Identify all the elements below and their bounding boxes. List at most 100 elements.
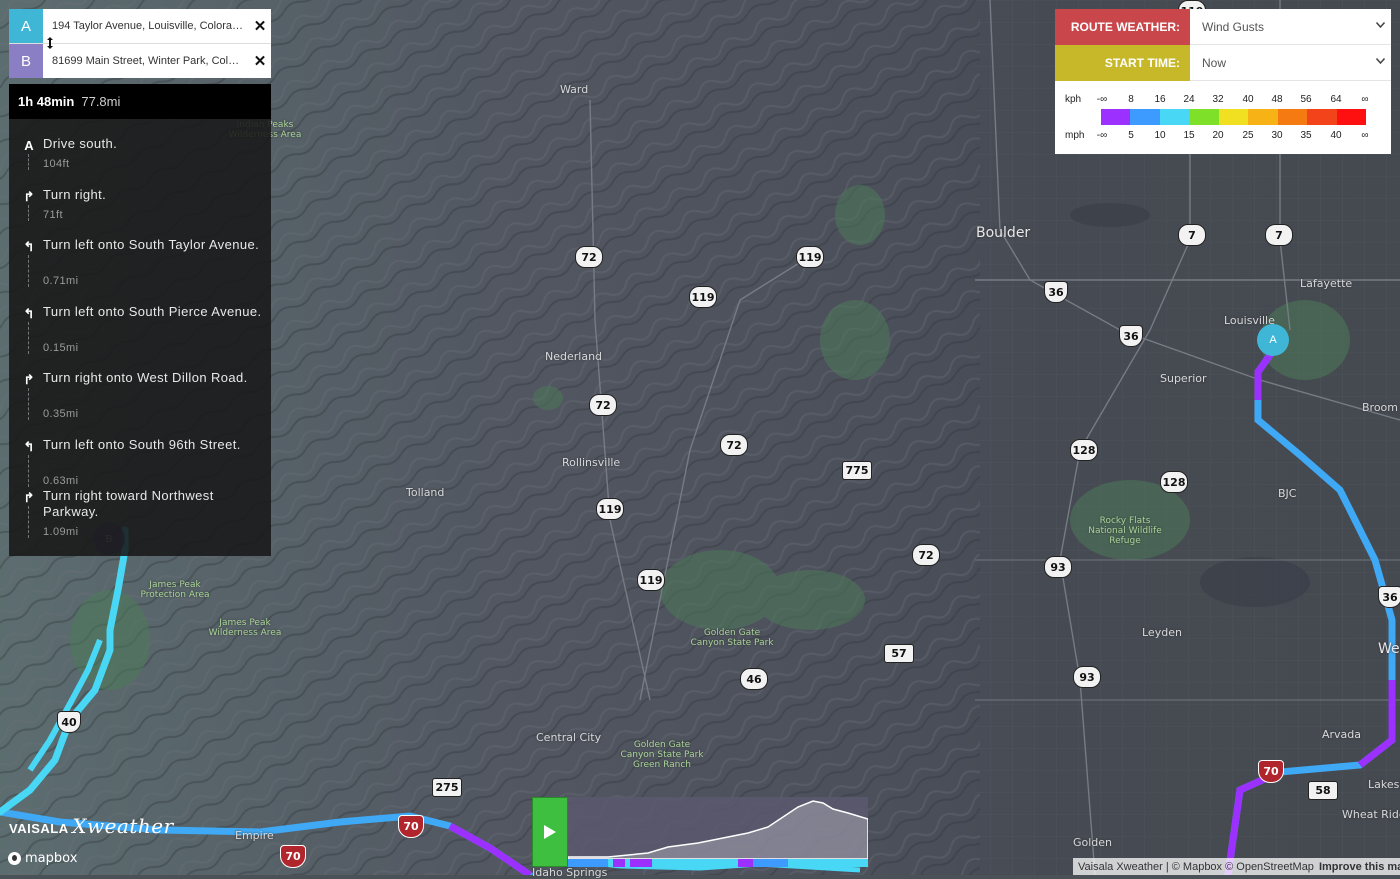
- step-distance: 1.09mi: [43, 526, 79, 538]
- route-shield: 72: [720, 434, 748, 456]
- xweather-text: Xweather: [72, 814, 174, 838]
- route-shield: 36: [1378, 586, 1400, 608]
- route-shield: 275: [432, 778, 462, 797]
- place-label: Nederland: [545, 350, 603, 363]
- turn-left-icon: ↰: [23, 306, 35, 321]
- route-shield: 119: [689, 286, 717, 308]
- destination-input[interactable]: 81699 Main Street, Winter Park, Col…: [43, 55, 249, 67]
- route-shield: 70: [398, 815, 424, 838]
- step-distance: 104ft: [43, 158, 70, 170]
- scale-tick: 10: [1154, 130, 1166, 141]
- scale-tick: 20: [1212, 130, 1224, 141]
- route-start-marker[interactable]: A: [1257, 324, 1289, 356]
- address-panel: A 194 Taylor Avenue, Louisville, Colora……: [9, 9, 271, 78]
- marker-a-label: A: [1269, 334, 1277, 346]
- route-shield: 72: [589, 394, 617, 416]
- color-scale-bar: [1101, 109, 1366, 125]
- improve-map-link[interactable]: Improve this map: [1319, 861, 1400, 873]
- origin-badge: A: [9, 9, 43, 43]
- scale-swatch: [1248, 109, 1278, 125]
- route-shield: 36: [1119, 325, 1143, 347]
- vaisala-text: VAISALA: [9, 821, 69, 836]
- route-shield: 119: [796, 246, 824, 268]
- scale-tick: 24: [1183, 94, 1195, 105]
- route-shield: 70: [1258, 760, 1284, 783]
- mapbox-logo[interactable]: mapbox: [8, 851, 77, 866]
- step-distance: 0.63mi: [43, 475, 79, 487]
- scale-tick: -∞: [1096, 130, 1108, 141]
- elevation-profile[interactable]: [567, 797, 869, 867]
- route-shield: 46: [740, 668, 768, 690]
- place-label: Broom: [1362, 401, 1399, 414]
- step-connector: [28, 388, 29, 420]
- scale-tick: 56: [1300, 94, 1312, 105]
- place-label: Golden Gate Canyon State Park: [690, 628, 774, 648]
- step-connector: [28, 455, 29, 487]
- xweather-logo: VAISALA Xweather: [9, 814, 174, 838]
- place-label: Superior: [1160, 372, 1207, 385]
- route-shield: 775: [842, 461, 872, 480]
- scale-tick: 35: [1300, 130, 1312, 141]
- play-button[interactable]: [532, 797, 568, 867]
- clear-destination-icon[interactable]: ✕: [249, 52, 271, 70]
- step-connector: [28, 506, 29, 538]
- scale-tick: 32: [1212, 94, 1224, 105]
- route-weather-select[interactable]: Wind Gusts: [1190, 9, 1391, 45]
- place-label: James Peak Protection Area: [140, 580, 210, 600]
- place-label: Empire: [235, 829, 274, 842]
- place-label: We: [1378, 641, 1400, 657]
- turn-left-icon: ↰: [23, 239, 35, 254]
- start-time-value: Now: [1202, 55, 1227, 70]
- route-summary: 1h 48min 77.8mi: [9, 84, 271, 119]
- clear-origin-icon[interactable]: ✕: [249, 17, 271, 35]
- place-label: Wheat Ridge: [1342, 808, 1400, 821]
- route-shield: 58: [1308, 781, 1338, 800]
- start-time-select[interactable]: Now: [1190, 45, 1391, 81]
- swap-vertical-icon[interactable]: [46, 37, 54, 52]
- step-instruction: Turn right.: [43, 187, 107, 202]
- turn-right-icon: ↱: [23, 189, 35, 204]
- start-time-row: START TIME: Now: [1055, 45, 1391, 81]
- step-distance: 0.71mi: [43, 275, 79, 287]
- scale-swatch: [1130, 109, 1160, 125]
- origin-input[interactable]: 194 Taylor Avenue, Louisville, Colora…: [43, 20, 249, 32]
- route-shield: 128: [1160, 471, 1188, 493]
- scale-tick: 64: [1330, 94, 1342, 105]
- scale-tick: 8: [1128, 94, 1134, 105]
- route-shield: 36: [1044, 281, 1068, 303]
- step-instruction: Turn left onto South Pierce Avenue.: [43, 304, 262, 319]
- play-icon: [544, 825, 556, 839]
- route-weather-row: ROUTE WEATHER: Wind Gusts: [1055, 9, 1391, 45]
- scale-swatch: [1277, 109, 1308, 125]
- mph-unit: mph: [1065, 130, 1085, 141]
- scale-tick: 48: [1271, 94, 1283, 105]
- scale-tick: 16: [1154, 94, 1166, 105]
- scale-tick: 30: [1271, 130, 1283, 141]
- scale-tick: ∞: [1361, 130, 1369, 141]
- step-distance: 71ft: [43, 209, 63, 221]
- place-label: Rocky Flats National Wildlife Refuge: [1088, 516, 1162, 546]
- route-shield: 70: [280, 845, 306, 868]
- scale-tick: 40: [1242, 94, 1254, 105]
- scale-tick: 15: [1183, 130, 1195, 141]
- scale-tick: 5: [1128, 130, 1134, 141]
- route-weather-label: ROUTE WEATHER:: [1055, 9, 1190, 45]
- start-marker-icon: A: [24, 138, 34, 153]
- route-shield: 119: [596, 498, 624, 520]
- step-connector: [28, 255, 29, 287]
- scale-tick: -∞: [1096, 94, 1108, 105]
- chevron-down-icon: [1375, 56, 1386, 67]
- route-shield: 128: [1070, 439, 1098, 461]
- place-label: James Peak Wilderness Area: [208, 618, 282, 638]
- place-label: Lakesi: [1368, 778, 1400, 791]
- attribution-text[interactable]: Vaisala Xweather | © Mapbox © OpenStreet…: [1078, 861, 1314, 873]
- scale-tick: ∞: [1361, 94, 1369, 105]
- place-label: Arvada: [1322, 728, 1362, 741]
- scale-tick: 40: [1330, 130, 1342, 141]
- place-label: Leyden: [1142, 626, 1182, 639]
- route-shield: 93: [1044, 556, 1072, 578]
- directions-panel: 1h 48min 77.8mi A Drive south. 104ft ↱ Turn …: [9, 84, 271, 556]
- place-label: Lafayette: [1300, 277, 1353, 290]
- step-connector: [28, 322, 29, 354]
- place-label: Boulder: [976, 225, 1031, 241]
